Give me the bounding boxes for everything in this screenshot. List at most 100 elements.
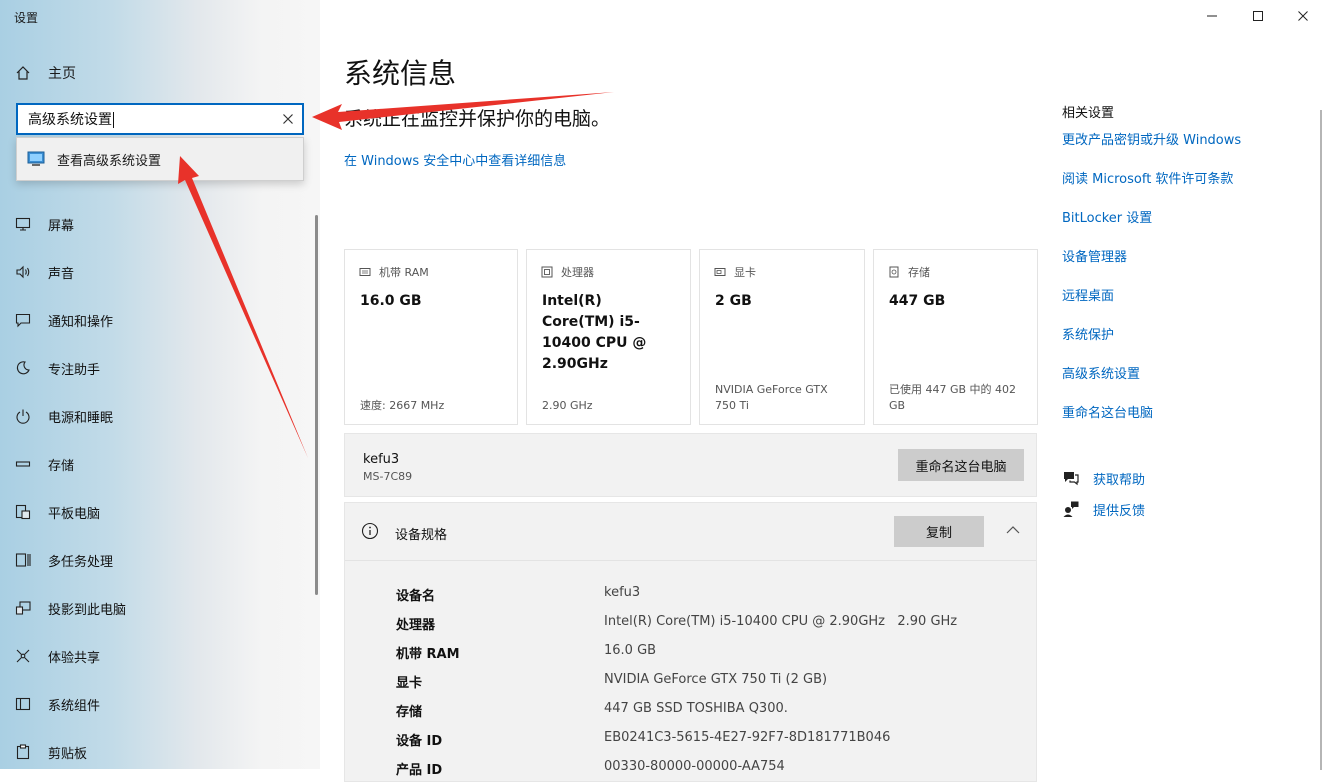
- components-icon: [14, 695, 32, 713]
- spec-row: 设备 ID EB0241C3-5615-4E27-92F7-8D181771B04…: [396, 730, 1016, 750]
- maximize-button[interactable]: [1235, 0, 1281, 32]
- copy-button[interactable]: 复制: [894, 516, 984, 547]
- sidebar-item-multitasking[interactable]: 多任务处理: [14, 536, 304, 584]
- link-rename-pc[interactable]: 重命名这台电脑: [1062, 402, 1153, 421]
- search-input[interactable]: 高级系统设置: [16, 103, 304, 135]
- sidebar-item-shared-experiences[interactable]: 体验共享: [14, 632, 304, 680]
- link-bitlocker[interactable]: BitLocker 设置: [1062, 207, 1152, 226]
- sidebar-item-label: 存储: [48, 458, 75, 474]
- rename-pc-button[interactable]: 重命名这台电脑: [898, 449, 1024, 481]
- search-suggestion[interactable]: 查看高级系统设置: [16, 137, 304, 181]
- link-system-protection[interactable]: 系统保护: [1062, 324, 1114, 343]
- spec-value: Intel(R) Core(TM) i5-10400 CPU @ 2.90GHz…: [604, 614, 958, 629]
- device-specs-title: 设备规格: [395, 528, 448, 543]
- page-subtitle: 系统正在监控并保护你的电脑。: [344, 108, 611, 130]
- page-title: 系统信息: [344, 57, 457, 90]
- search-suggestion-label: 查看高级系统设置: [57, 153, 162, 169]
- share-icon: [14, 647, 32, 665]
- power-icon: [14, 407, 32, 425]
- sidebar-item-label: 投影到此电脑: [48, 602, 127, 618]
- sidebar-item-label: 平板电脑: [48, 506, 101, 522]
- security-center-link[interactable]: 在 Windows 安全中心中查看详细信息: [344, 150, 566, 169]
- sidebar-item-power[interactable]: 电源和睡眠: [14, 392, 304, 440]
- spec-value: 447 GB SSD TOSHIBA Q300.: [604, 701, 788, 716]
- feedback-label: 提供反馈: [1093, 503, 1146, 519]
- sidebar-item-label: 系统组件: [48, 698, 101, 714]
- device-specs-panel: 设备规格 复制 设备名 kefu3 处理器 Intel(R) Core(TM) i5…: [344, 502, 1037, 782]
- device-name: kefu3: [363, 452, 400, 467]
- tablet-icon: [14, 503, 32, 521]
- related-settings-title: 相关设置: [1062, 106, 1115, 121]
- sidebar-item-label: 剪贴板: [48, 746, 88, 762]
- speaker-icon: [14, 263, 32, 281]
- multitask-icon: [14, 551, 32, 569]
- spec-key: 处理器: [396, 618, 436, 633]
- sidebar-item-storage[interactable]: 存储: [14, 440, 304, 488]
- sidebar-item-label: 通知和操作: [48, 314, 114, 330]
- card-header: 显卡: [734, 266, 756, 279]
- sidebar-item-label: 专注助手: [48, 362, 101, 378]
- cpu-card: 处理器 Intel(R) Core(TM) i5-10400 CPU @ 2.9…: [526, 249, 691, 425]
- sidebar-item-label: 电源和睡眠: [48, 410, 114, 426]
- sidebar-item-system-components[interactable]: 系统组件: [14, 680, 304, 728]
- disk-icon: [888, 266, 900, 278]
- project-icon: [14, 599, 32, 617]
- sidebar-item-notifications[interactable]: 通知和操作: [14, 296, 304, 344]
- link-advanced-system-settings[interactable]: 高级系统设置: [1062, 363, 1140, 382]
- sidebar-item-label: 声音: [48, 266, 75, 282]
- card-value: 447 GB: [889, 293, 946, 309]
- card-value: Intel(R) Core(TM) i5-10400 CPU @ 2.90GHz: [542, 293, 647, 372]
- home-icon: [14, 64, 32, 82]
- link-license-terms[interactable]: 阅读 Microsoft 软件许可条款: [1062, 168, 1233, 187]
- spec-value: 16.0 GB: [604, 643, 657, 658]
- device-specs-header[interactable]: 设备规格 复制: [345, 503, 1036, 561]
- nav-home[interactable]: 主页: [14, 62, 76, 84]
- system-monitor-icon: [27, 151, 45, 167]
- ram-card: 机带 RAM 16.0 GB 速度: 2667 MHz: [344, 249, 518, 425]
- chevron-up-icon[interactable]: [1005, 524, 1021, 536]
- spec-key: 设备名: [396, 589, 436, 604]
- card-subtext: NVIDIA GeForce GTX 750 Ti: [715, 383, 828, 412]
- sidebar: 设置 主页 高级系统设置 查看高级系统设置 屏幕 声音 通知和操作 专注助手 电…: [0, 0, 320, 769]
- sidebar-item-tablet[interactable]: 平板电脑: [14, 488, 304, 536]
- clipboard-icon: [14, 743, 32, 761]
- device-name-bar: kefu3 MS-7C89 重命名这台电脑: [344, 433, 1037, 497]
- sidebar-item-display[interactable]: 屏幕: [14, 200, 304, 248]
- spec-key: 存储: [396, 705, 423, 720]
- spec-key: 设备 ID: [396, 734, 443, 749]
- get-help-link[interactable]: 获取帮助: [1062, 468, 1145, 488]
- card-subtext: 已使用 447 GB 中的 402 GB: [889, 383, 1017, 412]
- feedback-icon: [1062, 500, 1080, 518]
- card-value: 16.0 GB: [360, 293, 422, 309]
- sidebar-item-clipboard[interactable]: 剪贴板: [14, 728, 304, 769]
- maximize-icon: [1252, 7, 1264, 26]
- clear-icon[interactable]: [274, 105, 302, 133]
- spec-value: NVIDIA GeForce GTX 750 Ti (2 GB): [604, 672, 828, 687]
- feedback-link[interactable]: 提供反馈: [1062, 499, 1145, 519]
- nav-home-label: 主页: [48, 66, 76, 82]
- card-header: 处理器: [561, 266, 594, 279]
- sidebar-scrollbar[interactable]: [315, 215, 318, 595]
- sidebar-item-label: 屏幕: [48, 218, 75, 234]
- link-change-product-key[interactable]: 更改产品密钥或升级 Windows: [1062, 129, 1241, 148]
- close-button[interactable]: [1280, 0, 1326, 32]
- get-help-label: 获取帮助: [1093, 472, 1146, 488]
- sidebar-item-focus-assist[interactable]: 专注助手: [14, 344, 304, 392]
- help-chat-icon: [1062, 469, 1080, 487]
- link-device-manager[interactable]: 设备管理器: [1062, 246, 1127, 265]
- spec-key: 显卡: [396, 676, 423, 691]
- storage-icon: [14, 455, 32, 473]
- main-scrollbar[interactable]: [1320, 110, 1322, 770]
- minimize-button[interactable]: [1189, 0, 1235, 32]
- spec-row: 显卡 NVIDIA GeForce GTX 750 Ti (2 GB): [396, 672, 1016, 692]
- spec-value: EB0241C3-5615-4E27-92F7-8D181771B046: [604, 730, 891, 745]
- minimize-icon: [1206, 7, 1218, 26]
- link-remote-desktop[interactable]: 远程桌面: [1062, 285, 1114, 304]
- display-icon: [14, 215, 32, 233]
- sidebar-item-project[interactable]: 投影到此电脑: [14, 584, 304, 632]
- sidebar-item-label: 多任务处理: [48, 554, 114, 570]
- search-input-value[interactable]: 高级系统设置: [28, 109, 274, 129]
- card-header: 存储: [908, 266, 930, 279]
- info-icon: [361, 522, 379, 540]
- sidebar-item-sound[interactable]: 声音: [14, 248, 304, 296]
